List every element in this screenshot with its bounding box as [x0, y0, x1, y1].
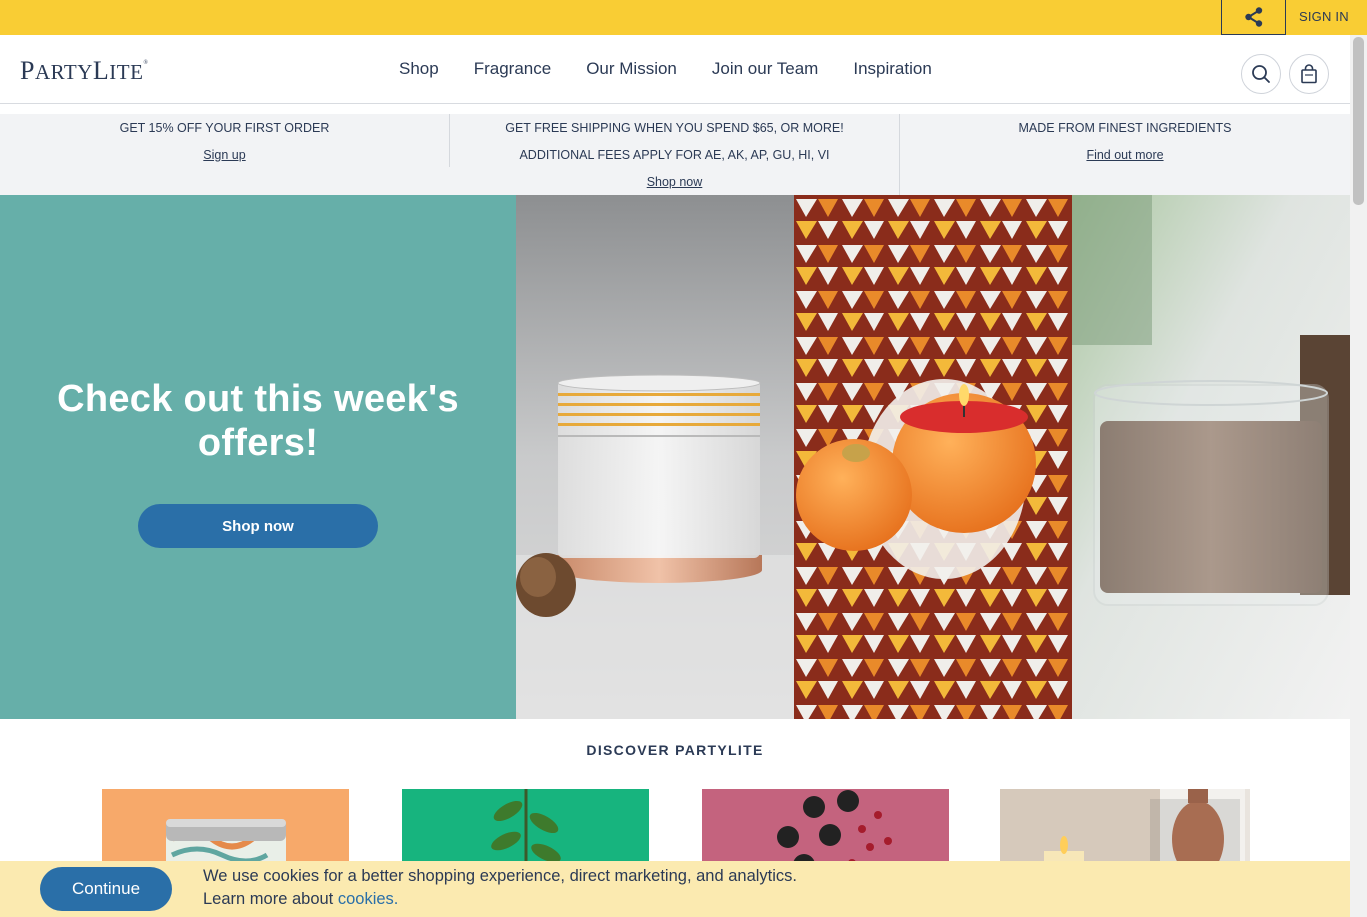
- logo-letters-ite: ITE: [109, 60, 144, 84]
- hero-shop-now-button[interactable]: Shop now: [138, 504, 378, 548]
- cookie-message: We use cookies for a better shopping exp…: [203, 865, 797, 911]
- nav-item-our-mission[interactable]: Our Mission: [586, 59, 677, 79]
- search-icon: [1252, 65, 1270, 83]
- hero-image-pumpkin-candle[interactable]: [794, 195, 1072, 719]
- promo-text: MADE FROM FINEST INGREDIENTS: [1018, 121, 1232, 135]
- cookie-line-2-prefix: Learn more about: [203, 890, 338, 908]
- nav-item-join-our-team[interactable]: Join our Team: [712, 59, 818, 79]
- promo-strip: GET 15% OFF YOUR FIRST ORDER Sign up GET…: [0, 114, 1350, 195]
- cookie-policy-link[interactable]: cookies.: [338, 890, 399, 908]
- promo-ingredients: MADE FROM FINEST INGREDIENTS Find out mo…: [900, 114, 1350, 195]
- page: SIGN IN PARTYLITE® Shop Fragrance Our Mi…: [0, 0, 1367, 917]
- top-utility-bar: SIGN IN: [0, 0, 1367, 35]
- discover-heading: DISCOVER PARTYLITE: [586, 742, 764, 758]
- main-nav: Shop Fragrance Our Mission Join our Team…: [399, 59, 932, 79]
- main-header: PARTYLITE® Shop Fragrance Our Mission Jo…: [0, 35, 1350, 104]
- hero-image-glass-candle[interactable]: [516, 195, 794, 719]
- promo-free-shipping: GET FREE SHIPPING WHEN YOU SPEND $65, OR…: [450, 114, 899, 195]
- share-button[interactable]: [1221, 0, 1286, 35]
- page-scrollbar[interactable]: [1350, 35, 1367, 917]
- shopping-bag-icon: [1301, 64, 1317, 84]
- promo-text: GET 15% OFF YOUR FIRST ORDER: [119, 121, 330, 135]
- partylite-logo[interactable]: PARTYLITE®: [20, 58, 148, 84]
- promo-sign-up-link[interactable]: Sign up: [203, 148, 245, 162]
- nav-item-fragrance[interactable]: Fragrance: [474, 59, 551, 79]
- scrollbar-thumb[interactable]: [1353, 37, 1364, 205]
- promo-text: GET FREE SHIPPING WHEN YOU SPEND $65, OR…: [505, 121, 844, 135]
- promo-shop-now-link[interactable]: Shop now: [647, 175, 703, 189]
- promo-first-order: GET 15% OFF YOUR FIRST ORDER Sign up: [0, 114, 449, 195]
- logo-letter-l: L: [92, 56, 110, 85]
- cookie-line-2: Learn more about cookies.: [203, 888, 797, 911]
- nav-item-shop[interactable]: Shop: [399, 59, 439, 79]
- cookie-continue-button[interactable]: Continue: [40, 867, 172, 911]
- hero-banner: Check out this week's offers! Shop now: [0, 195, 1350, 719]
- cookie-line-1: We use cookies for a better shopping exp…: [203, 867, 798, 885]
- logo-letters-arty: ARTY: [34, 60, 93, 84]
- logo-letter-p: P: [20, 56, 35, 85]
- hero-text-panel: Check out this week's offers! Shop now: [0, 195, 516, 719]
- hero-image-carved-glass-candle[interactable]: [1072, 195, 1350, 719]
- cart-button[interactable]: [1289, 54, 1329, 94]
- share-icon: [1244, 7, 1262, 27]
- sign-in-link[interactable]: SIGN IN: [1299, 9, 1349, 24]
- cookie-banner: Continue We use cookies for a better sho…: [0, 861, 1350, 917]
- nav-item-inspiration[interactable]: Inspiration: [853, 59, 931, 79]
- promo-find-out-more-link[interactable]: Find out more: [1086, 148, 1163, 162]
- search-button[interactable]: [1241, 54, 1281, 94]
- promo-text: ADDITIONAL FEES APPLY FOR AE, AK, AP, GU…: [519, 148, 830, 162]
- logo-registered-mark: ®: [143, 60, 149, 66]
- hero-title: Check out this week's offers!: [57, 378, 459, 464]
